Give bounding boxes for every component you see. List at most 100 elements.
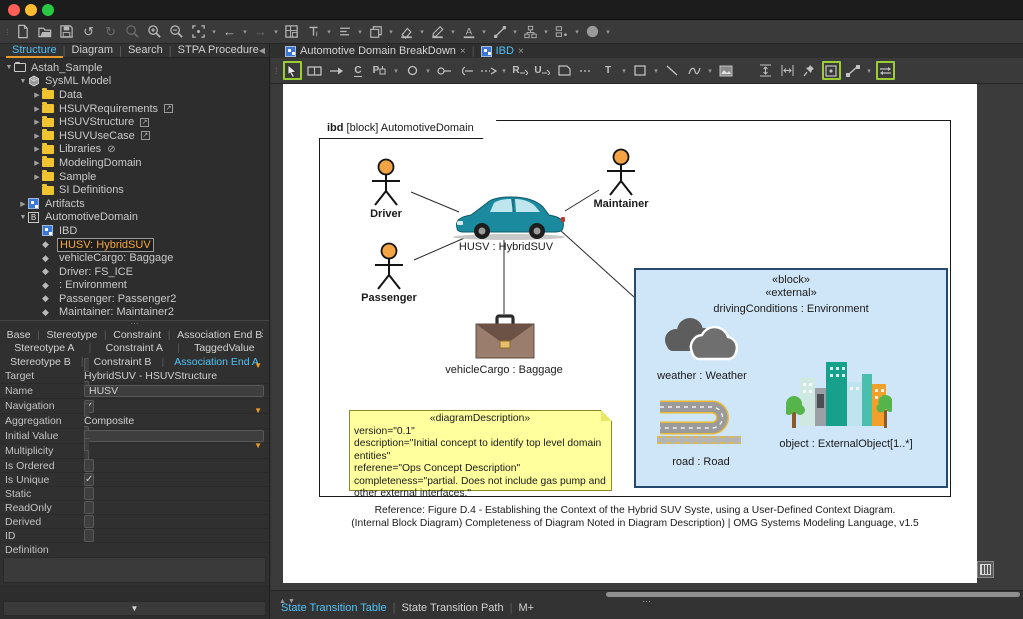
dropdown-arrow-icon[interactable]: ▼ bbox=[254, 360, 262, 371]
appearance-icon[interactable] bbox=[583, 22, 603, 42]
expander-icon[interactable]: ▼ bbox=[18, 214, 28, 221]
flow-arrow-tool-icon[interactable] bbox=[327, 61, 346, 80]
expander-icon[interactable]: ▼ bbox=[4, 64, 14, 71]
panel-collapse-button[interactable]: ▼ bbox=[3, 601, 266, 616]
tree-item-sample[interactable]: ▶ Sample bbox=[0, 170, 269, 184]
derived-checkbox[interactable]: ✓ bbox=[84, 515, 94, 528]
curve-tool-icon[interactable] bbox=[685, 61, 704, 80]
save-icon[interactable] bbox=[57, 22, 77, 42]
redo-icon[interactable]: ↻ bbox=[101, 22, 121, 42]
actor-passenger[interactable] bbox=[371, 242, 407, 295]
horizontal-scrollbar-thumb[interactable] bbox=[606, 592, 1020, 597]
select-tool-icon[interactable] bbox=[283, 61, 302, 80]
tabbar-scroll-left-icon[interactable]: ◀ bbox=[259, 46, 265, 55]
close-tab-icon[interactable]: × bbox=[460, 46, 466, 57]
property-panel-menu-icon[interactable]: ⋮ bbox=[258, 328, 267, 339]
connector-tool-icon[interactable]: C bbox=[349, 61, 368, 80]
fill-color-icon[interactable] bbox=[397, 22, 417, 42]
tree-item-modelingdomain[interactable]: ▶ ModelingDomain bbox=[0, 156, 269, 170]
fit-view-caret[interactable]: ▾ bbox=[211, 28, 218, 36]
font-color-icon[interactable]: A bbox=[459, 22, 479, 42]
tab-structure[interactable]: Structure bbox=[6, 44, 63, 58]
briefcase-vehiclecargo[interactable] bbox=[474, 314, 536, 365]
expander-icon[interactable]: ▶ bbox=[32, 118, 42, 126]
tree-item-hsuvrequirements[interactable]: ▶ HSUVRequirements ↗ bbox=[0, 102, 269, 116]
tree-item-ibd[interactable]: IBD bbox=[0, 224, 269, 238]
diagram-description-note[interactable]: «diagramDescription» version="0.1" descr… bbox=[349, 410, 612, 491]
expander-icon[interactable]: ▼ bbox=[18, 78, 28, 85]
tree-item-hsuvusecase[interactable]: ▶ HSUVUseCase ↗ bbox=[0, 129, 269, 143]
tree-item-passenger[interactable]: ◆ Passenger: Passenger2 bbox=[0, 292, 269, 306]
tree-item-data[interactable]: ▶ Data bbox=[0, 88, 269, 102]
polyline-tool-caret[interactable]: ▾ bbox=[866, 67, 873, 75]
is-unique-checkbox[interactable]: ✓ bbox=[84, 473, 94, 486]
tree-item-libraries[interactable]: ▶ Libraries ⊘ bbox=[0, 143, 269, 157]
expander-icon[interactable]: ▶ bbox=[32, 159, 42, 167]
fit-view-icon[interactable] bbox=[189, 22, 209, 42]
part-tool-icon[interactable] bbox=[305, 61, 324, 80]
text-tool-icon[interactable]: T bbox=[599, 61, 618, 80]
tree-item-driver[interactable]: ◆ Driver: FS_ICE bbox=[0, 265, 269, 279]
tab-state-transition-path[interactable]: State Transition Path bbox=[401, 602, 503, 614]
undo-icon[interactable]: ↺ bbox=[79, 22, 99, 42]
prop-tab-stereotype[interactable]: Stereotype bbox=[47, 329, 98, 341]
expander-icon[interactable]: ▶ bbox=[32, 91, 42, 99]
tab-search[interactable]: Search bbox=[122, 44, 169, 58]
actor-driver[interactable] bbox=[368, 158, 404, 211]
expander-icon[interactable]: ▶ bbox=[32, 105, 42, 113]
navigate-forward-icon[interactable]: → bbox=[251, 22, 271, 42]
tree-item-artifacts[interactable]: ▶ Artifacts bbox=[0, 197, 269, 211]
expander-icon[interactable]: ▶ bbox=[18, 200, 28, 208]
rectangle-tool-icon[interactable] bbox=[631, 61, 650, 80]
weather-clouds[interactable] bbox=[656, 316, 748, 371]
readonly-checkbox[interactable]: ✓ bbox=[84, 501, 94, 514]
close-window-button[interactable] bbox=[8, 4, 20, 16]
appearance-caret[interactable]: ▾ bbox=[605, 28, 612, 36]
note-tool-icon[interactable] bbox=[555, 61, 574, 80]
tree-item-maintainer[interactable]: ◆ Maintainer: Maintainer2 bbox=[0, 306, 269, 320]
font-color-caret[interactable]: ▾ bbox=[481, 28, 488, 36]
layers-icon[interactable] bbox=[366, 22, 386, 42]
arrange-icon[interactable] bbox=[552, 22, 572, 42]
align-horizontal-tool-icon[interactable] bbox=[778, 61, 797, 80]
expander-icon[interactable]: ▶ bbox=[32, 132, 42, 140]
environment-block[interactable]: «block» «external» drivingConditions : E… bbox=[634, 268, 948, 488]
prop-tab-stereotype-a[interactable]: Stereotype A bbox=[14, 342, 74, 354]
tab-stpa-procedure[interactable]: STPA Procedure bbox=[172, 44, 265, 58]
prop-tab-constraint[interactable]: Constraint bbox=[113, 329, 161, 341]
circle-tool-icon[interactable] bbox=[403, 61, 422, 80]
tab-state-transition-table[interactable]: State Transition Table bbox=[281, 602, 387, 614]
overview-corner-button[interactable] bbox=[977, 561, 994, 578]
port-tool-caret[interactable]: ▾ bbox=[393, 67, 400, 75]
bottom-resize-handle[interactable]: ⋯ bbox=[642, 596, 651, 607]
zoom-in-icon[interactable] bbox=[145, 22, 165, 42]
expander-icon[interactable]: ▶ bbox=[32, 173, 42, 181]
port-tool-icon[interactable]: P bbox=[371, 61, 390, 80]
polyline-tool-icon[interactable] bbox=[844, 61, 863, 80]
line-style-icon[interactable] bbox=[490, 22, 510, 42]
doc-tab-automotive-domain-breakdown[interactable]: Automotive Domain BreakDown × bbox=[279, 44, 472, 58]
navigate-forward-caret[interactable]: ▾ bbox=[273, 28, 280, 36]
tree-item-si-definitions[interactable]: SI Definitions bbox=[0, 183, 269, 197]
prop-tab-association-end-b[interactable]: Association End B bbox=[177, 329, 262, 341]
prop-tab-base[interactable]: Base bbox=[7, 329, 31, 341]
pen-color-caret[interactable]: ▾ bbox=[450, 28, 457, 36]
tab-m-plus[interactable]: M+ bbox=[518, 602, 534, 614]
open-folder-icon[interactable] bbox=[35, 22, 55, 42]
curve-tool-caret[interactable]: ▾ bbox=[707, 67, 714, 75]
tree-item-sysml-model[interactable]: ▼ SysML Model bbox=[0, 75, 269, 89]
is-ordered-checkbox[interactable]: ✓ bbox=[84, 459, 94, 472]
grid-snap-tool-icon[interactable] bbox=[822, 61, 841, 80]
new-file-icon[interactable] bbox=[13, 22, 33, 42]
static-checkbox[interactable]: ✓ bbox=[84, 487, 94, 500]
definition-textarea[interactable] bbox=[3, 557, 266, 583]
hierarchy-caret[interactable]: ▾ bbox=[543, 28, 550, 36]
hierarchy-icon[interactable] bbox=[521, 22, 541, 42]
tree-item-vehiclecargo[interactable]: ◆ vehicleCargo: Baggage bbox=[0, 251, 269, 265]
text-format-icon[interactable] bbox=[304, 22, 324, 42]
line-style-caret[interactable]: ▾ bbox=[512, 28, 519, 36]
tree-item-environment[interactable]: ◆ : Environment bbox=[0, 279, 269, 293]
navigate-back-icon[interactable]: ← bbox=[220, 22, 240, 42]
auto-route-tool-icon[interactable] bbox=[876, 61, 895, 80]
road-image[interactable] bbox=[654, 398, 744, 449]
